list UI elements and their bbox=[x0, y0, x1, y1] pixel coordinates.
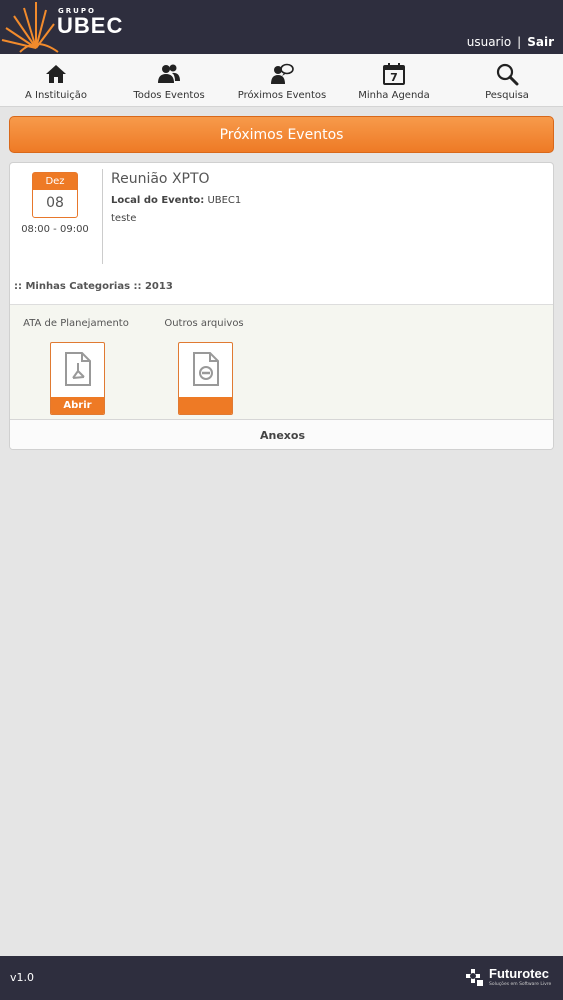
event-categories: :: Minhas Categorias :: 2013 bbox=[14, 281, 173, 292]
search-icon bbox=[496, 63, 519, 86]
nav-label: Próximos Eventos bbox=[237, 90, 327, 101]
logout-link[interactable]: Sair bbox=[527, 35, 554, 49]
logo[interactable]: GRUPO UBEC bbox=[0, 0, 130, 54]
nav-label: A Instituição bbox=[25, 90, 87, 101]
date-badge: Dez 08 bbox=[32, 172, 78, 218]
event-description: teste bbox=[111, 213, 137, 224]
open-button-label bbox=[179, 397, 232, 414]
file-item: Outros arquivos bbox=[139, 305, 269, 420]
event-location-label: Local do Evento: bbox=[111, 195, 205, 206]
file-label: ATA de Planejamento bbox=[23, 318, 129, 329]
top-bar: GRUPO UBEC usuario | Sair bbox=[0, 0, 563, 54]
nav-label: Minha Agenda bbox=[358, 90, 430, 101]
calendar-icon: 7 bbox=[383, 63, 405, 85]
version-label: v1.0 bbox=[10, 971, 35, 984]
attachments-toggle[interactable]: Anexos bbox=[10, 419, 553, 449]
divider bbox=[102, 169, 103, 264]
main-nav: A Instituição Todos Eventos Próximos Eve… bbox=[0, 54, 563, 107]
nav-item-pesquisa[interactable]: Pesquisa bbox=[451, 54, 563, 107]
home-icon bbox=[46, 65, 66, 83]
event-time: 08:00 - 09:00 bbox=[21, 224, 89, 235]
nav-item-proximos-eventos[interactable]: Próximos Eventos bbox=[226, 54, 338, 107]
nav-item-instituicao[interactable]: A Instituição bbox=[0, 54, 112, 107]
puzzle-icon bbox=[466, 969, 483, 986]
logo-ubec-text: UBEC bbox=[57, 13, 124, 38]
footer: v1.0 Futurotec Soluções em Software Livr… bbox=[0, 956, 563, 1000]
futurotec-logo[interactable]: Futurotec Soluções em Software Livre bbox=[463, 965, 553, 991]
nav-item-minha-agenda[interactable]: 7 Minha Agenda bbox=[338, 54, 450, 107]
event-card[interactable]: Dez 08 08:00 - 09:00 Reunião XPTO Local … bbox=[9, 162, 554, 450]
date-month: Dez bbox=[33, 173, 77, 190]
nav-label: Todos Eventos bbox=[133, 90, 205, 101]
event-location: Local do Evento: UBEC1 bbox=[111, 195, 241, 206]
brand-tagline: Soluções em Software Livre bbox=[489, 982, 552, 987]
nav-item-todos-eventos[interactable]: Todos Eventos bbox=[113, 54, 225, 107]
event-location-value: UBEC1 bbox=[207, 195, 242, 206]
user-chat-icon bbox=[271, 63, 294, 84]
svg-text:7: 7 bbox=[390, 71, 398, 84]
logo-rays-icon bbox=[1, 2, 59, 53]
file-item: ATA de Planejamento Abrir bbox=[11, 305, 141, 420]
file-open-button[interactable] bbox=[178, 342, 233, 415]
section-title: Próximos Eventos bbox=[9, 116, 554, 153]
nav-label: Pesquisa bbox=[485, 90, 529, 101]
files-section: ATA de Planejamento Abrir Outros arquivo… bbox=[10, 304, 553, 420]
brand-name: Futurotec bbox=[489, 966, 549, 981]
user-separator: | bbox=[517, 35, 522, 49]
generic-file-icon bbox=[193, 352, 219, 386]
date-day: 08 bbox=[46, 195, 64, 211]
file-label: Outros arquivos bbox=[164, 318, 244, 329]
event-title: Reunião XPTO bbox=[111, 171, 210, 187]
pdf-file-icon bbox=[65, 352, 91, 386]
user-box: usuario | Sair bbox=[467, 35, 554, 49]
username: usuario bbox=[466, 35, 512, 49]
users-icon bbox=[158, 64, 180, 83]
file-open-button[interactable]: Abrir bbox=[50, 342, 105, 415]
open-button-label: Abrir bbox=[51, 397, 104, 414]
